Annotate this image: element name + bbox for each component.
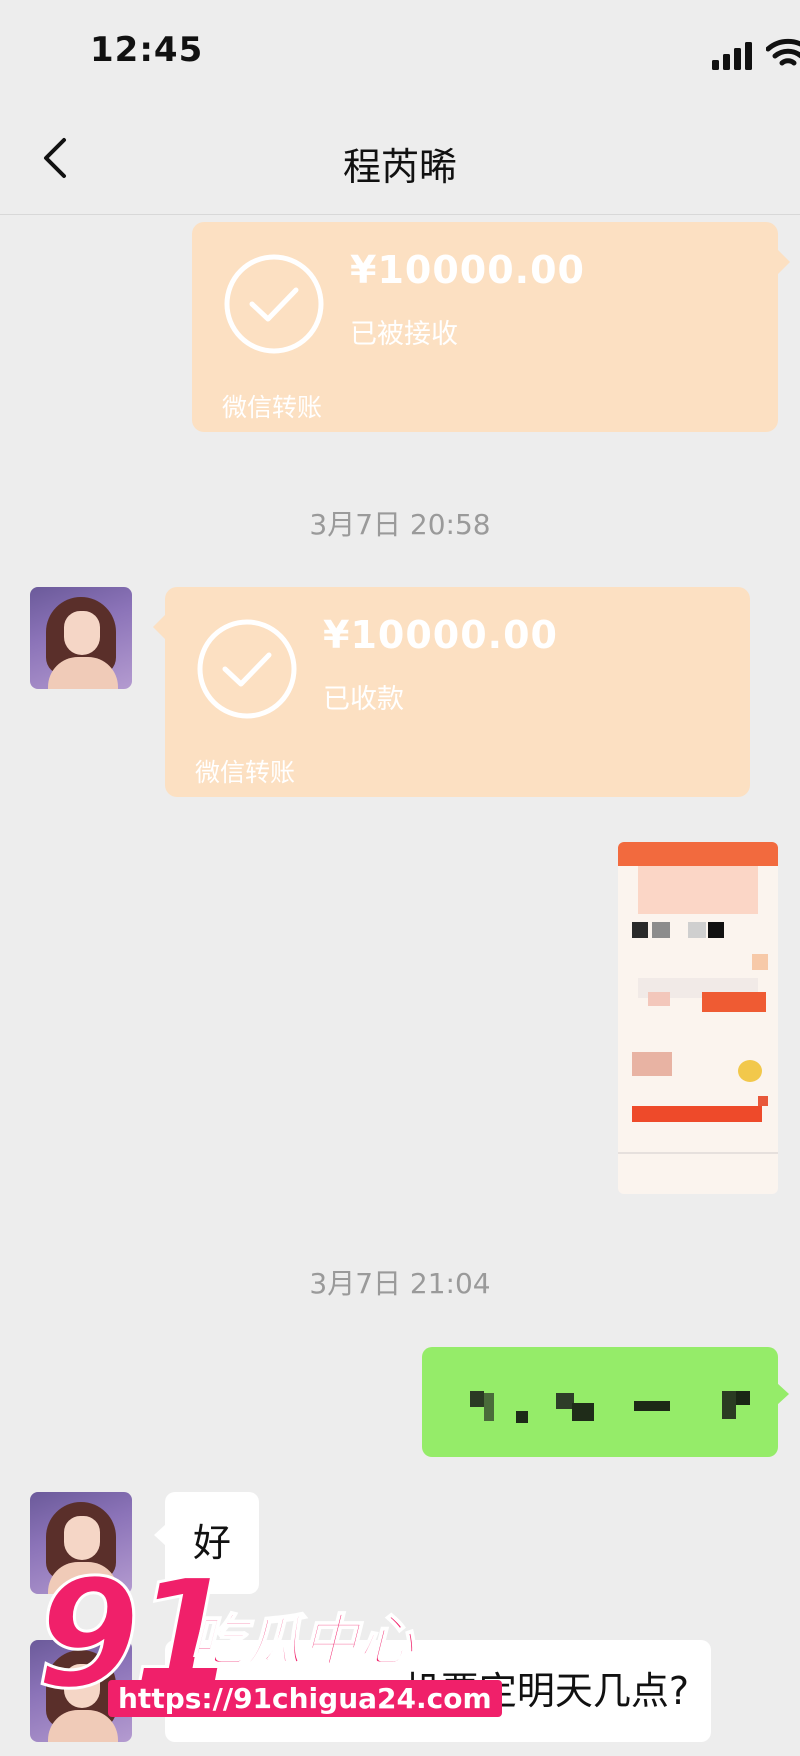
sent-text-bubble[interactable]: [422, 1347, 789, 1457]
transfer-label: 微信转账: [195, 758, 296, 787]
bubble-tail: [153, 615, 165, 639]
avatar[interactable]: [30, 587, 132, 689]
bubble-tail: [777, 1383, 789, 1405]
bubble-tail: [154, 1524, 166, 1546]
chat-title: 程芮晞: [342, 145, 457, 189]
transfer-amount: ¥10000.00: [350, 248, 585, 292]
transfer-status: 已收款: [323, 684, 404, 715]
transfer-card-received[interactable]: ¥10000.00 已收款 微信转账: [153, 587, 750, 797]
image-message[interactable]: [618, 842, 778, 1194]
timestamp: 3月7日 20:58: [309, 508, 491, 541]
transfer-card-sent[interactable]: ¥10000.00 已被接收 微信转账: [192, 222, 790, 432]
timestamp: 3月7日 21:04: [309, 1267, 491, 1300]
check-circle-icon: [195, 617, 299, 721]
transfer-amount: ¥10000.00: [323, 613, 558, 657]
watermark-url: https://91chigua24.com: [108, 1680, 502, 1717]
transfer-label: 微信转账: [222, 393, 323, 422]
signal-icon: [712, 40, 756, 70]
status-time: 12:45: [90, 30, 204, 70]
watermark-text: 吃瓜中心: [189, 1608, 415, 1675]
bubble-tail: [778, 250, 790, 274]
check-circle-icon: [222, 252, 326, 356]
wifi-icon: [766, 38, 800, 70]
transfer-status: 已被接收: [350, 319, 458, 350]
